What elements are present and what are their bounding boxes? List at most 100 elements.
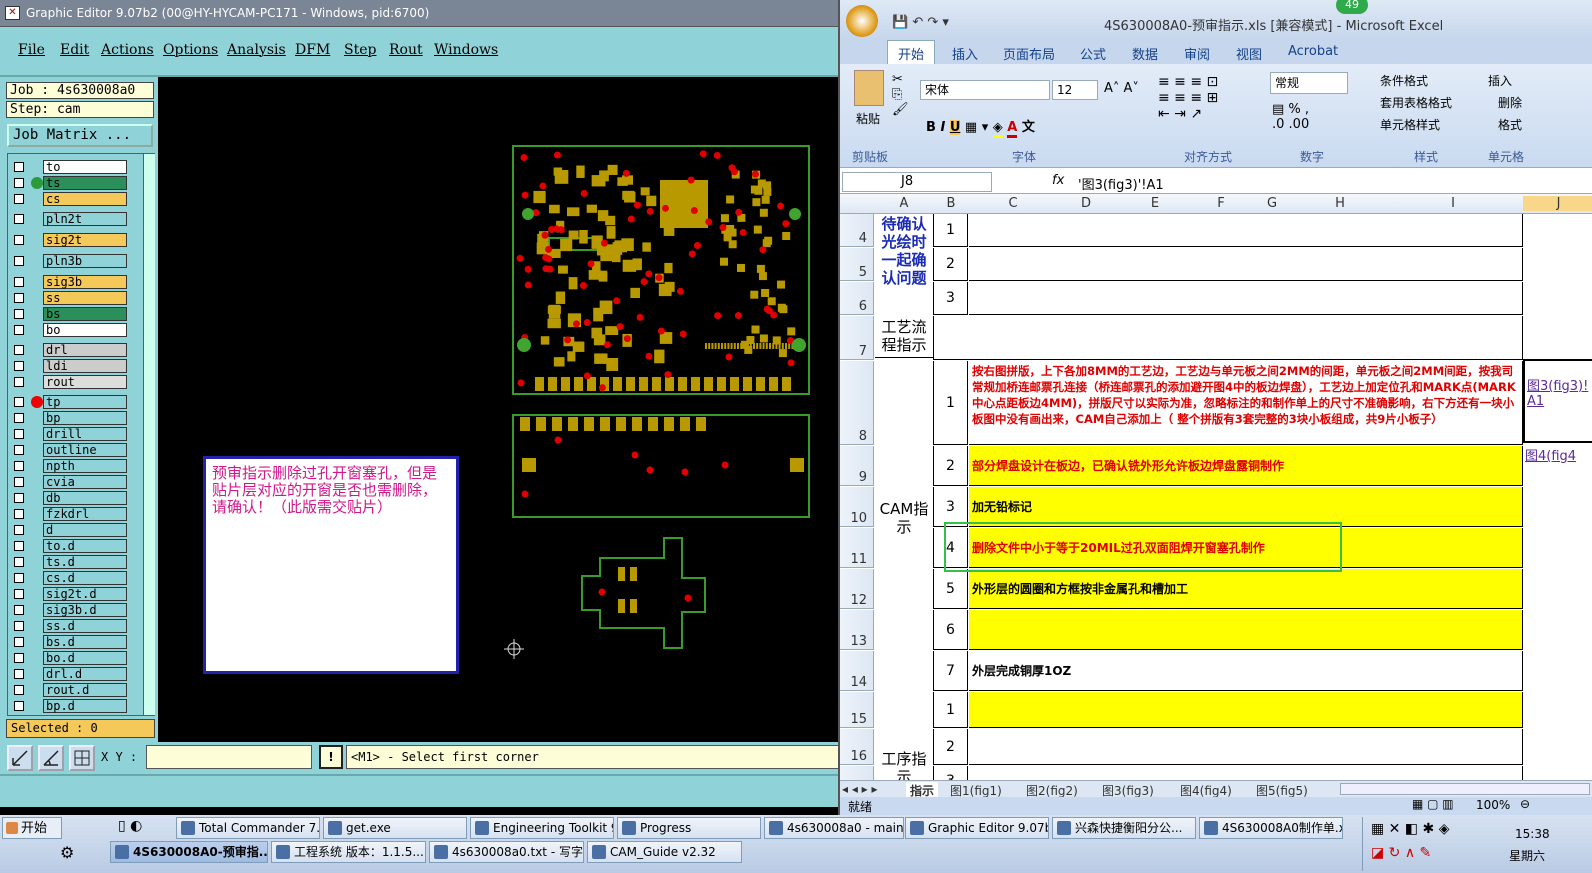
layer-checkbox[interactable] xyxy=(14,162,24,172)
number-format-icons[interactable]: ▤ % , .0 .00 xyxy=(1272,102,1309,132)
layer-row[interactable]: pln2t xyxy=(11,212,131,226)
task-work-order-xls[interactable]: 4S630008A0制作单.x... xyxy=(1199,817,1343,839)
layer-checkbox[interactable] xyxy=(14,701,24,711)
layer-checkbox[interactable] xyxy=(14,235,24,245)
delete-cells-button[interactable]: 删除 xyxy=(1498,94,1522,111)
grid-button[interactable] xyxy=(69,745,95,771)
layer-row[interactable]: ldi xyxy=(11,359,131,373)
layer-checkbox[interactable] xyxy=(14,557,24,567)
task-engineering-toolkit[interactable]: Engineering Toolkit 9.... xyxy=(470,817,614,839)
row-header[interactable]: 15 xyxy=(840,692,874,728)
layer-row[interactable]: drl.d xyxy=(11,667,131,681)
layer-row[interactable]: cs.d xyxy=(11,571,131,585)
formula-input[interactable]: '图3(fig3)'!A1 xyxy=(1078,174,1164,193)
layer-row[interactable]: ss.d xyxy=(11,619,131,633)
layer-checkbox[interactable] xyxy=(14,345,24,355)
layer-checkbox[interactable] xyxy=(14,429,24,439)
col-header-A[interactable]: A xyxy=(876,196,932,211)
cell-instruction[interactable]: 外形层的圆圈和方框按非金属孔和槽加工 xyxy=(969,569,1523,609)
cell-instruction[interactable]: 加无铅标记 xyxy=(969,487,1523,527)
tab-home[interactable]: 开始 xyxy=(887,40,936,66)
col-header-G[interactable]: G xyxy=(1247,196,1297,211)
alignment-icons[interactable]: ≡ ≡ ≡ ⊡ ≡ ≡ ≡ ⊞ ⇤ ⇥ ↗ xyxy=(1158,74,1218,122)
font-name-select[interactable]: 宋体 xyxy=(920,80,1050,100)
insert-cells-button[interactable]: 插入 xyxy=(1488,72,1512,89)
cell-seq[interactable]: 6 xyxy=(933,610,968,650)
layer-checkbox[interactable] xyxy=(14,541,24,551)
layer-checkbox[interactable] xyxy=(14,397,24,407)
zoom-out-icon[interactable]: ⊖ xyxy=(1520,797,1530,811)
layer-checkbox[interactable] xyxy=(14,589,24,599)
task-total-commander[interactable]: Total Commander 7.0 ... xyxy=(176,817,320,839)
col-header-H[interactable]: H xyxy=(1297,196,1383,211)
layer-row[interactable]: to.d xyxy=(11,539,131,553)
row-header[interactable]: 4 xyxy=(840,214,874,247)
layer-row[interactable]: bp.d xyxy=(11,699,131,713)
layer-row[interactable]: d xyxy=(11,523,131,537)
quick-launch-icons[interactable]: ⚙ xyxy=(60,843,74,862)
layer-row[interactable]: bo.d xyxy=(11,651,131,665)
alert-button[interactable]: ! xyxy=(319,745,343,769)
layer-row[interactable]: drl xyxy=(11,343,131,357)
link-fig4[interactable]: 图4(fig4 xyxy=(1523,443,1592,483)
layer-row[interactable]: sig3b xyxy=(11,275,131,289)
cell-instruction[interactable] xyxy=(969,248,1523,281)
task-engineering-system[interactable]: 工程系统 版本：1.1.5... xyxy=(271,841,426,863)
layer-row[interactable]: db xyxy=(11,491,131,505)
layer-row[interactable]: npth xyxy=(11,459,131,473)
cell-instruction[interactable] xyxy=(969,729,1523,765)
cell-instruction[interactable] xyxy=(969,214,1523,247)
layer-row[interactable]: bs.d xyxy=(11,635,131,649)
row-header[interactable]: 13 xyxy=(840,610,874,650)
cell-seq[interactable]: 5 xyxy=(933,569,968,609)
tab-review[interactable]: 审阅 xyxy=(1184,44,1210,63)
cell-seq[interactable]: 2 xyxy=(933,248,968,281)
task-graphic-editor[interactable]: Graphic Editor 9.07b2 ... xyxy=(905,817,1049,839)
col-header-C[interactable]: C xyxy=(969,196,1057,211)
layer-checkbox[interactable] xyxy=(14,461,24,471)
layer-checkbox[interactable] xyxy=(14,509,24,519)
font-size-grow-icon[interactable]: A˄ A˅ xyxy=(1104,81,1139,96)
cell-seq[interactable]: 7 xyxy=(933,651,968,691)
format-cells-button[interactable]: 格式 xyxy=(1498,116,1522,133)
table-format-button[interactable]: 套用表格格式 xyxy=(1380,94,1452,111)
layer-checkbox[interactable] xyxy=(14,573,24,583)
layer-row[interactable]: drill xyxy=(11,427,131,441)
row-header[interactable]: 16 xyxy=(840,729,874,765)
cell-instruction[interactable]: 按右图拼版，上下各加8MM的工艺边，工艺边与单元板之间2MM的间距，单元板之间2… xyxy=(969,361,1523,445)
cell-instruction[interactable] xyxy=(969,692,1523,728)
layer-row[interactable]: ts.d xyxy=(11,555,131,569)
cell-seq[interactable]: 1 xyxy=(933,692,968,728)
font-style-buttons-icon[interactable]: B I U ▦ ▾ ◈ A 文 xyxy=(926,116,1035,138)
layer-checkbox[interactable] xyxy=(14,637,24,647)
function-icon[interactable]: fx xyxy=(1052,173,1064,188)
clipboard-tools-icon[interactable]: ✂ ⎘ 🖌 xyxy=(892,72,909,117)
clock-day[interactable]: 星期六 xyxy=(1509,847,1545,864)
view-mode-icons[interactable]: ▦ ▢ ▥ xyxy=(1412,797,1454,811)
layer-row[interactable]: outline xyxy=(11,443,131,457)
task-excel-active[interactable]: 4S630008A0-预审指... xyxy=(110,841,268,863)
cell-seq[interactable]: 2 xyxy=(933,446,968,486)
cell-seq[interactable]: 2 xyxy=(933,729,968,765)
layer-row[interactable]: to xyxy=(11,160,131,174)
cell-style-button[interactable]: 单元格样式 xyxy=(1380,116,1440,133)
col-header-I[interactable]: I xyxy=(1383,196,1523,211)
cell-merged[interactable] xyxy=(933,316,1523,360)
layer-row[interactable]: bp xyxy=(11,411,131,425)
layer-row[interactable]: sig2t.d xyxy=(11,587,131,601)
tab-page-layout[interactable]: 页面布局 xyxy=(1003,44,1055,63)
layer-checkbox[interactable] xyxy=(14,214,24,224)
task-progress[interactable]: Progress xyxy=(617,817,761,839)
row-header[interactable]: 12 xyxy=(840,569,874,609)
layer-checkbox[interactable] xyxy=(14,525,24,535)
zoom-area-button[interactable] xyxy=(7,745,33,771)
layer-row[interactable]: cs xyxy=(11,192,131,206)
col-header-F[interactable]: F xyxy=(1195,196,1247,211)
cell-instruction[interactable]: 外层完成铜厚1OZ xyxy=(969,651,1523,691)
tab-data[interactable]: 数据 xyxy=(1132,44,1158,63)
layer-row[interactable]: fzkdrl xyxy=(11,507,131,521)
row-header[interactable]: 7 xyxy=(840,316,874,360)
menu-analysis[interactable]: Analysis xyxy=(227,42,286,58)
col-header-B[interactable]: B xyxy=(933,196,969,211)
sheet-grid[interactable]: 4 1 5 2 6 3 7 8 1 按右图拼版，上下各加8MM的工艺边，工艺边与单元板之间2MM的… xyxy=(840,214,1592,796)
